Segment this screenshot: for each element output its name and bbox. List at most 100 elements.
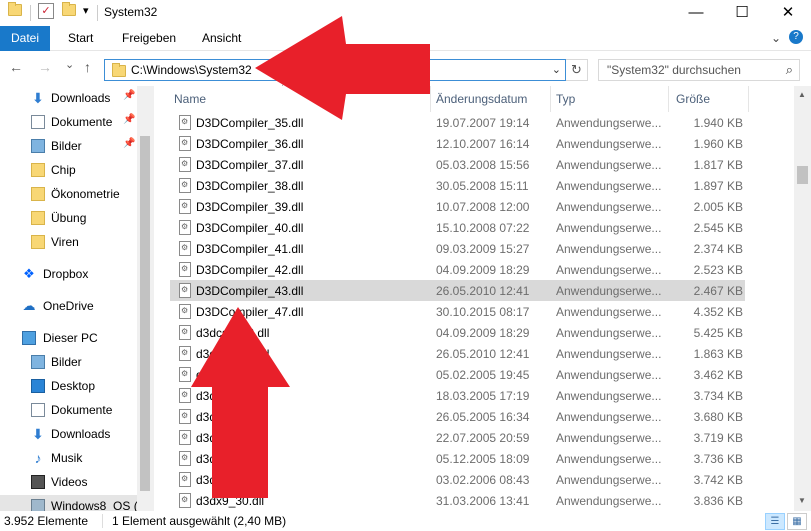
nav-item-musik[interactable]: ♪ Musik <box>0 447 140 469</box>
file-size: 3.719 KB <box>693 431 743 445</box>
file-name: D3DCompiler_41.dll <box>196 242 304 256</box>
file-row[interactable]: d3dim700.dll 05.02.2005 19:45 Anwendungser… <box>170 364 745 385</box>
nav-item-desktop[interactable]: Desktop <box>0 375 140 397</box>
up-button[interactable]: ↑ <box>84 59 91 75</box>
maximize-button[interactable]: ☐ <box>719 0 765 24</box>
ribbon-expand-icon[interactable]: ⌄ <box>771 31 781 45</box>
file-list-scrollbar-thumb[interactable] <box>797 166 808 184</box>
nav-item-dokumente[interactable]: Dokumente 📌 <box>0 111 140 133</box>
new-folder-icon[interactable] <box>62 2 76 16</box>
drive-icon <box>31 499 45 511</box>
back-button[interactable]: ← <box>9 59 23 75</box>
column-header-type[interactable]: Typ <box>552 86 666 112</box>
nav-item-downloads[interactable]: ⬇ Downloads 📌 <box>0 87 140 109</box>
file-size: 1.897 KB <box>693 179 743 193</box>
file-row[interactable]: D3DCompiler_38.dll 30.05.2008 15:11 Anwend… <box>170 175 745 196</box>
properties-icon[interactable]: ✓ <box>38 3 54 19</box>
file-row[interactable]: D3DCompiler_41.dll 09.03.2009 15:27 Anwend… <box>170 238 745 259</box>
file-row[interactable]: d3dcsx_43.dll 26.05.2010 12:41 Anwendungse… <box>170 343 745 364</box>
tiles-view-button[interactable]: ▦ <box>787 513 807 530</box>
help-icon[interactable]: ? <box>789 30 803 44</box>
nav-item-oekonometrie[interactable]: Ökonometrie <box>0 183 140 205</box>
file-row[interactable]: D3DCompiler_47.dll 30.10.2015 08:17 Anwend… <box>170 301 745 322</box>
nav-item-label: Bilder <box>51 355 82 369</box>
file-size: 3.736 KB <box>693 452 743 466</box>
file-date: 10.07.2008 12:00 <box>436 200 530 214</box>
search-icon[interactable]: ⌕ <box>786 62 793 78</box>
column-header-date[interactable]: Änderungsdatum <box>432 86 548 112</box>
pin-icon: 📌 <box>123 114 136 125</box>
file-row[interactable]: d3dx9_30.dll 31.03.2006 13:41 Anwendungser… <box>170 490 745 511</box>
nav-item-dropbox[interactable]: ❖ Dropbox <box>0 263 140 285</box>
qat-dropdown-icon[interactable]: ▾ <box>83 4 89 17</box>
scroll-down-icon[interactable]: ▼ <box>798 496 806 505</box>
file-row[interactable]: D3DCompiler_40.dll 15.10.2008 07:22 Anwend… <box>170 217 745 238</box>
file-row[interactable]: d3dx9_26.dll 22.07.2005 20:59 Anwendungser… <box>170 427 745 448</box>
file-row[interactable]: d3dcsx_42.dll 04.09.2009 18:29 Anwendungse… <box>170 322 745 343</box>
nav-item-bilder[interactable]: Bilder 📌 <box>0 135 140 157</box>
dll-file-icon <box>179 136 191 151</box>
nav-item-uebung[interactable]: Übung <box>0 207 140 229</box>
file-name: D3DCompiler_47.dll <box>196 305 304 319</box>
nav-item-label: OneDrive <box>43 299 94 313</box>
file-row[interactable]: D3DCompiler_39.dll 10.07.2008 12:00 Anwend… <box>170 196 745 217</box>
file-date: 30.05.2008 15:11 <box>436 179 529 193</box>
tab-datei[interactable]: Datei <box>0 26 50 51</box>
dll-file-icon <box>179 115 191 130</box>
tab-ansicht[interactable]: Ansicht <box>192 26 251 51</box>
column-header-name[interactable]: Name <box>170 86 428 112</box>
search-placeholder: "System32" durchsuchen <box>607 63 741 77</box>
close-button[interactable]: ✕ <box>765 0 811 24</box>
file-row[interactable]: d3dx9_29.dll 03.02.2006 08:43 Anwendungser… <box>170 469 745 490</box>
file-row[interactable]: D3DCompiler_42.dll 04.09.2009 18:29 Anwend… <box>170 259 745 280</box>
folder-icon <box>31 235 45 249</box>
sort-ascending-icon: ^ <box>282 82 286 91</box>
forward-button[interactable]: → <box>38 59 52 75</box>
file-name: D3DCompiler_35.dll <box>196 116 304 130</box>
selection-info: 1 Element ausgewählt (2,40 MB) <box>112 514 287 528</box>
tab-freigeben[interactable]: Freigeben <box>112 26 186 51</box>
dll-file-icon <box>179 241 191 256</box>
nav-item-videos[interactable]: Videos <box>0 471 140 493</box>
column-header-size[interactable]: Größe <box>672 86 748 112</box>
nav-item-pc-downloads[interactable]: ⬇ Downloads <box>0 423 140 445</box>
file-row[interactable]: d3dx9_25.dll 26.05.2005 16:34 Anwendungser… <box>170 406 745 427</box>
file-list-scrollbar[interactable]: ▲ ▼ <box>794 86 811 511</box>
file-row[interactable]: D3DCompiler_37.dll 05.03.2008 15:56 Anwend… <box>170 154 745 175</box>
tab-start[interactable]: Start <box>58 26 103 51</box>
divider <box>550 86 551 112</box>
file-name: D3DCompiler_37.dll <box>196 158 304 172</box>
nav-item-onedrive[interactable]: ☁ OneDrive <box>0 295 140 317</box>
file-type: Anwendungserwe... <box>556 326 662 340</box>
file-row[interactable]: d3dx9_27.dll 05.12.2005 18:09 Anwendungser… <box>170 448 745 469</box>
dll-file-icon <box>179 262 191 277</box>
nav-scrollbar-thumb[interactable] <box>140 136 150 491</box>
search-field[interactable]: "System32" durchsuchen ⌕ <box>598 59 800 81</box>
nav-item-label: Musik <box>51 451 83 465</box>
file-row[interactable]: D3DCompiler_35.dll 19.07.2007 19:14 Anwend… <box>170 112 745 133</box>
refresh-button[interactable]: ↻ <box>566 59 588 81</box>
nav-item-pc-dokumente[interactable]: Dokumente <box>0 399 140 421</box>
address-dropdown-icon[interactable]: ⌄ <box>552 63 561 76</box>
file-row[interactable]: d3dx9_24.dll 18.03.2005 17:19 Anwendungser… <box>170 385 745 406</box>
recent-locations-button[interactable]: ⌄ <box>65 58 74 71</box>
details-view-button[interactable]: ☰ <box>765 513 785 530</box>
file-row[interactable]: D3DCompiler_36.dll 12.10.2007 16:14 Anwend… <box>170 133 745 154</box>
file-row[interactable]: D3DCompiler_43.dll 26.05.2010 12:41 Anwend… <box>170 280 745 301</box>
this-pc-icon <box>22 331 36 345</box>
file-name: D3DCompiler_38.dll <box>196 179 304 193</box>
file-date: 22.07.2005 20:59 <box>436 431 530 445</box>
nav-item-dieser-pc[interactable]: Dieser PC <box>0 327 140 349</box>
minimize-button[interactable]: — <box>673 0 719 24</box>
scroll-up-icon[interactable]: ▲ <box>798 90 806 99</box>
nav-item-label: Chip <box>51 163 76 177</box>
nav-item-pc-bilder[interactable]: Bilder <box>0 351 140 373</box>
file-size: 3.734 KB <box>693 389 743 403</box>
address-field[interactable]: C:\Windows\System32 ⌄ <box>104 59 566 81</box>
dll-file-icon <box>179 283 191 298</box>
divider <box>30 5 31 21</box>
nav-item-windows8-os[interactable]: Windows8_OS (C <box>0 495 146 511</box>
nav-item-viren[interactable]: Viren <box>0 231 140 253</box>
nav-scrollbar[interactable] <box>137 86 154 511</box>
nav-item-chip[interactable]: Chip <box>0 159 140 181</box>
